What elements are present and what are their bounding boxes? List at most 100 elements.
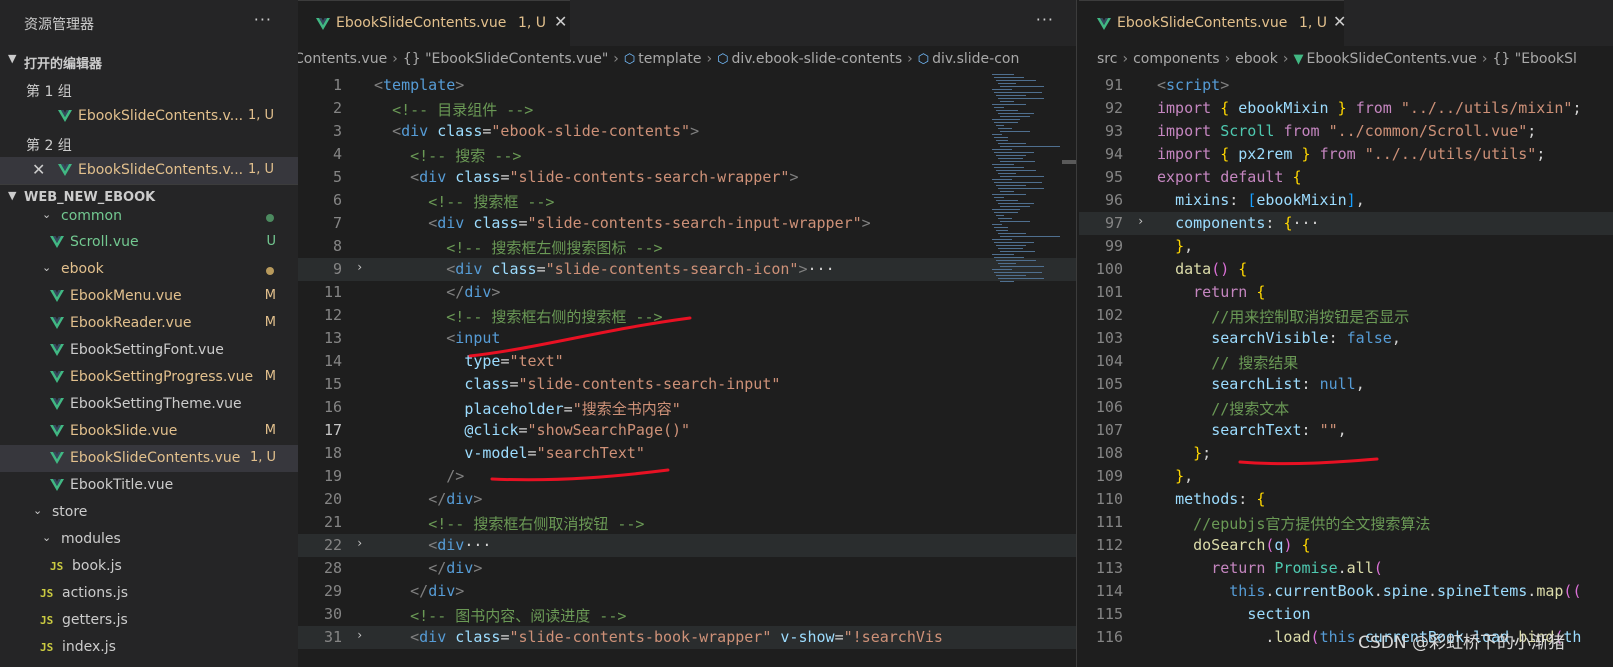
breadcrumb-item[interactable]: {} "EbookSl [1492,51,1576,67]
code-line[interactable]: 114 this.currentBook.spine.spineItems.ma… [1079,580,1613,603]
chevron-right-icon[interactable]: › [1137,214,1144,228]
code-line[interactable]: 4 <!-- 搜索 --> [298,143,1076,166]
code-line[interactable]: 20 </div> [298,488,1076,511]
more-actions-icon[interactable]: ··· [254,10,272,29]
scrollbar-thumb[interactable] [1062,160,1076,164]
code-line[interactable]: 111 //epubjs官方提供的全文搜索算法 [1079,511,1613,534]
code-line[interactable]: 29 </div> [298,580,1076,603]
code-line[interactable]: 12 <!-- 搜索框右侧的搜索框 --> [298,304,1076,327]
open-editor-item[interactable]: EbookSlideContents.v... 1, U [0,103,298,130]
breadcrumb-item[interactable]: div.slide-con [932,51,1019,67]
tree-file[interactable]: EbookReader.vue M [0,310,298,337]
code-line[interactable]: 19 /> [298,465,1076,488]
tree-file[interactable]: EbookSlide.vue M [0,418,298,445]
code-line[interactable]: 17 @click="showSearchPage()" [298,419,1076,442]
code-line[interactable]: 1 <template> [298,74,1076,97]
tree-file[interactable]: JS index.js [0,634,298,661]
code-line[interactable]: 21 <!-- 搜索框右侧取消按钮 --> [298,511,1076,534]
open-editor-item-active[interactable]: ✕ EbookSlideContents.v... 1, U [0,157,298,184]
chevron-right-icon[interactable]: › [356,628,363,642]
code-line[interactable]: 16 placeholder="搜索全书内容" [298,396,1076,419]
breadcrumb-item[interactable]: template [638,51,701,67]
chevron-down-icon: ▼ [8,52,17,65]
minimap-line [994,92,1042,93]
code-line[interactable]: 28 </div> [298,557,1076,580]
open-editors-section[interactable]: ▼ 打开的编辑器 [0,48,298,74]
tree-file[interactable]: EbookMenu.vue M [0,283,298,310]
tree-folder-store[interactable]: ⌄ store [0,499,298,526]
minimap[interactable] [988,74,1068,304]
tree-folder-common[interactable]: ⌄ common [0,203,298,230]
breadcrumb-item[interactable]: EbookSlideContents.vue [1307,51,1477,67]
tab-ebook-slide-contents[interactable]: EbookSlideContents.vue 1, U ✕ [1079,0,1346,46]
code-line[interactable]: 103 searchVisible: false, [1079,327,1613,350]
code-line[interactable]: 106 //搜索文本 [1079,396,1613,419]
chevron-right-icon[interactable]: › [356,536,363,550]
code-line[interactable]: 2 <!-- 目录组件 --> [298,97,1076,120]
breadcrumb-item[interactable]: Contents.vue [298,51,387,67]
chevron-right-icon[interactable]: › [356,260,363,274]
tree-file[interactable]: JS actions.js [0,580,298,607]
tree-file[interactable]: EbookTitle.vue [0,472,298,499]
code-line[interactable]: 113 return Promise.all( [1079,557,1613,580]
code-line[interactable]: 11 </div> [298,281,1076,304]
breadcrumb-item[interactable]: components [1133,51,1220,67]
tab-ebook-slide-contents[interactable]: EbookSlideContents.vue 1, U ✕ [298,0,570,46]
code-line[interactable]: 3 <div class="ebook-slide-contents"> [298,120,1076,143]
code-line[interactable]: 115 section [1079,603,1613,626]
tree-file[interactable]: EbookSettingTheme.vue [0,391,298,418]
code-line[interactable]: 9 › <div class="slide-contents-search-ico… [298,258,1076,281]
code-line[interactable]: 22 › <div··· [298,534,1076,557]
code-text: <!-- 目录组件 --> [392,101,534,119]
code-line[interactable]: 30 <!-- 图书内容、阅读进度 --> [298,603,1076,626]
minimap-line [994,122,1018,123]
breadcrumb-item[interactable]: div.ebook-slide-contents [731,51,902,67]
code-line[interactable]: 15 class="slide-contents-search-input" [298,373,1076,396]
code-line[interactable]: 97 › components: {··· [1079,212,1613,235]
code-line[interactable]: 6 <!-- 搜索框 --> [298,189,1076,212]
code-line[interactable]: 95 export default { [1079,166,1613,189]
tree-file-scroll[interactable]: Scroll.vue U [0,229,298,256]
code-line[interactable]: 96 mixins: [ebookMixin], [1079,189,1613,212]
code-line[interactable]: 91 <script> [1079,74,1613,97]
code-line[interactable]: 105 searchList: null, [1079,373,1613,396]
code-line[interactable]: 112 doSearch(q) { [1079,534,1613,557]
code-text: <input [446,329,501,347]
code-line[interactable]: 107 searchText: "", [1079,419,1613,442]
code-line[interactable]: 18 v-model="searchText" [298,442,1076,465]
code-line[interactable]: 93 import Scroll from "../common/Scroll.v… [1079,120,1613,143]
code-line[interactable]: 108 }; [1079,442,1613,465]
code-line[interactable]: 31 › <div class="slide-contents-book-wrap… [298,626,1076,649]
close-icon[interactable]: ✕ [1333,12,1346,31]
tree-folder-modules[interactable]: ⌄ modules [0,526,298,553]
code-line[interactable]: 13 <input [298,327,1076,350]
code-line[interactable]: 102 //用来控制取消按钮是否显示 [1079,304,1613,327]
minimap-line [998,248,1023,249]
code-line[interactable]: 104 // 搜索结果 [1079,350,1613,373]
more-actions-icon[interactable]: ··· [1036,10,1054,29]
code-line[interactable]: 94 import { px2rem } from "../../utils/ut… [1079,143,1613,166]
breadcrumb-item[interactable]: ebook [1235,51,1278,67]
breadcrumb-item[interactable]: src [1097,51,1117,67]
minimap-line [994,107,1004,108]
code-line[interactable]: 5 <div class="slide-contents-search-wrap… [298,166,1076,189]
tree-file[interactable]: JS book.js [0,553,298,580]
close-icon[interactable]: ✕ [554,12,567,31]
tree-file-selected[interactable]: EbookSlideContents.vue 1, U [0,445,298,472]
close-icon[interactable]: ✕ [32,160,45,179]
code-line[interactable]: 92 import { ebookMixin } from "../../util… [1079,97,1613,120]
tree-folder-ebook[interactable]: ⌄ ebook [0,256,298,283]
tree-file[interactable]: EbookSettingProgress.vue M [0,364,298,391]
code-line[interactable]: 8 <!-- 搜索框左侧搜索图标 --> [298,235,1076,258]
minimap-line [1000,116,1030,117]
code-line[interactable]: 7 <div class="slide-contents-search-inpu… [298,212,1076,235]
code-line[interactable]: 99 }, [1079,235,1613,258]
tree-file[interactable]: EbookSettingFont.vue [0,337,298,364]
code-line[interactable]: 100 data() { [1079,258,1613,281]
code-line[interactable]: 101 return { [1079,281,1613,304]
tree-file[interactable]: JS getters.js [0,607,298,634]
breadcrumb-item[interactable]: {} "EbookSlideContents.vue" [403,51,608,67]
code-line[interactable]: 110 methods: { [1079,488,1613,511]
code-line[interactable]: 109 }, [1079,465,1613,488]
code-line[interactable]: 14 type="text" [298,350,1076,373]
